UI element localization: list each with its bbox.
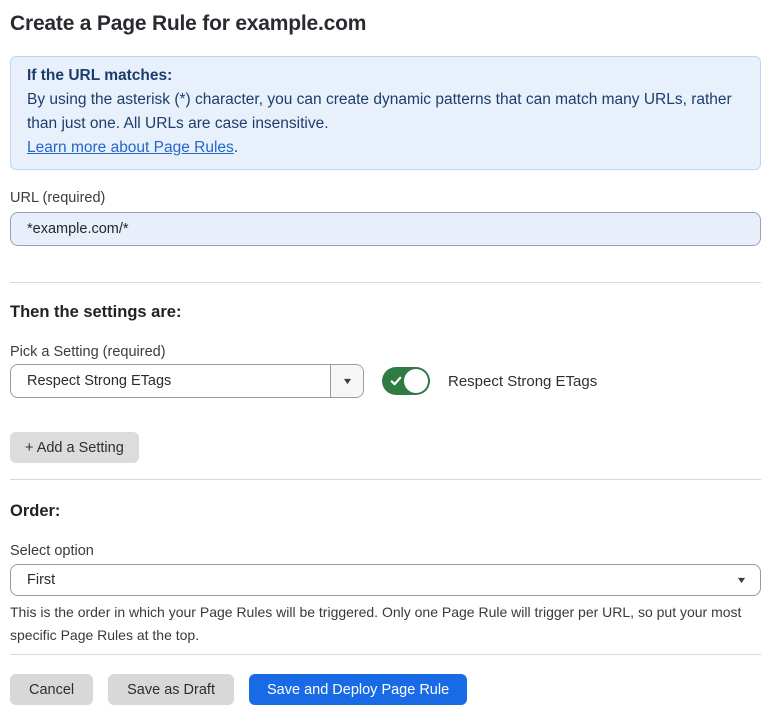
order-help-text: This is the order in which your Page Rul…	[10, 601, 761, 647]
divider	[10, 479, 761, 480]
check-icon	[390, 375, 402, 387]
order-select[interactable]: First ▼	[10, 564, 761, 596]
learn-more-link[interactable]: Learn more about Page Rules	[27, 139, 234, 156]
setting-select-value: Respect Strong ETags	[11, 373, 330, 389]
settings-section-heading: Then the settings are:	[10, 302, 761, 322]
create-page-rule-form: Create a Page Rule for example.com If th…	[0, 0, 769, 721]
page-title: Create a Page Rule for example.com	[10, 12, 761, 36]
url-field-label: URL (required)	[10, 189, 761, 207]
link-suffix: .	[234, 139, 238, 156]
chevron-down-icon: ▼	[736, 576, 748, 585]
add-setting-button[interactable]: + Add a Setting	[10, 432, 139, 463]
save-deploy-button[interactable]: Save and Deploy Page Rule	[249, 674, 467, 705]
chevron-down-icon: ▼	[341, 377, 353, 386]
pick-setting-label: Pick a Setting (required)	[10, 343, 761, 361]
setting-toggle[interactable]	[382, 367, 430, 395]
order-select-value: First	[11, 572, 737, 588]
divider	[10, 654, 761, 655]
toggle-label: Respect Strong ETags	[448, 373, 597, 390]
info-box-body: By using the asterisk (*) character, you…	[27, 88, 744, 136]
save-draft-button[interactable]: Save as Draft	[108, 674, 234, 705]
footer-actions: Cancel Save as Draft Save and Deploy Pag…	[10, 674, 761, 705]
setting-select-arrow-button[interactable]: ▼	[330, 365, 363, 397]
url-input[interactable]	[10, 212, 761, 246]
setting-select[interactable]: Respect Strong ETags ▼	[10, 364, 364, 398]
info-link-line: Learn more about Page Rules.	[27, 136, 744, 160]
info-box-heading: If the URL matches:	[27, 64, 744, 88]
divider	[10, 282, 761, 283]
cancel-button[interactable]: Cancel	[10, 674, 93, 705]
order-section-heading: Order:	[10, 501, 761, 521]
url-match-info-box: If the URL matches: By using the asteris…	[10, 56, 761, 170]
setting-row: Respect Strong ETags ▼ Respect Strong ET…	[10, 364, 761, 398]
select-option-label: Select option	[10, 542, 761, 560]
toggle-knob	[404, 369, 428, 393]
